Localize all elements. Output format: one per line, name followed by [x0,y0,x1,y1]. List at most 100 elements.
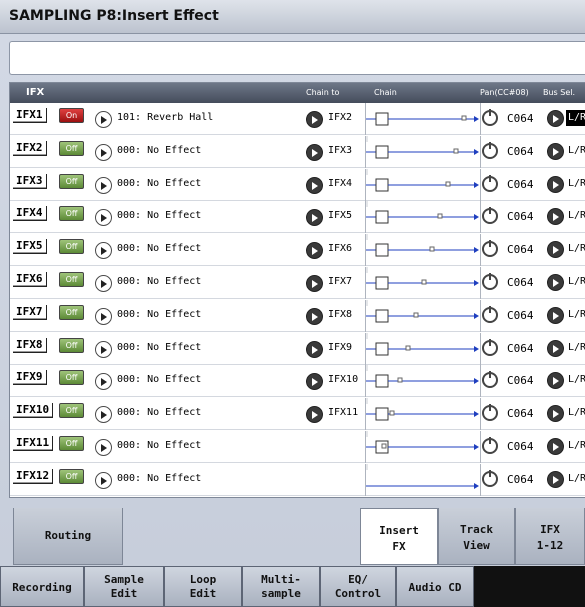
bus-select-value[interactable]: L/R [566,340,585,356]
chain-to-value: IFX8 [328,308,353,320]
ifx-on-off-switch[interactable]: Off [59,173,84,189]
tab-insert-fx[interactable]: Insert FX [360,508,438,565]
effect-select-button[interactable] [95,439,112,456]
pan-knob[interactable] [482,469,498,487]
chain-graphic [366,365,479,388]
bus-select-value[interactable]: L/R [566,241,585,257]
bus-select-value[interactable]: L/R [566,143,585,159]
pan-knob[interactable] [482,141,498,159]
pan-knob[interactable] [482,109,498,126]
chain-to-button[interactable] [306,373,323,391]
effect-select-button[interactable] [95,340,112,358]
ifx-on-off-switch[interactable]: On [59,108,84,123]
bus-select-button[interactable] [547,175,564,193]
ifx-on-off-switch[interactable]: Off [59,304,84,320]
bus-select-value[interactable]: L/R [566,405,585,421]
ifx-on-off-switch[interactable]: Off [59,140,84,156]
ifx-row: IFX11 Off 000: No Effect C064 L/R [10,431,585,463]
bus-select-value[interactable]: L/R [566,372,585,388]
effect-select-button[interactable] [95,406,112,424]
ifx-label: IFX5 [13,239,47,255]
bus-select-button[interactable] [547,405,564,423]
bus-select-value[interactable]: L/R [566,471,585,487]
bus-select-value[interactable]: L/R [566,274,585,290]
ifx-row: IFX2 Off 000: No Effect IFX3 C064 L/R [10,135,585,168]
bus-select-button[interactable] [547,306,564,324]
effect-select-button[interactable] [95,307,112,325]
ifx-on-off-switch[interactable]: Off [59,272,84,287]
ifx-on-off-switch[interactable]: Off [59,206,84,222]
page-tab-recording[interactable]: Recording [0,566,84,607]
effect-select-button[interactable] [95,373,112,391]
tab-routing[interactable]: Routing [13,508,123,565]
pan-knob[interactable] [482,371,498,389]
effect-select-button[interactable] [95,176,112,194]
bus-select-value[interactable]: L/R [566,307,585,323]
title-bar: SAMPLING P8:Insert Effect [0,0,585,34]
effect-block [375,374,389,388]
header-pan: Pan(CC#08) [480,88,529,97]
ifx-on-off-switch[interactable]: Off [59,337,84,353]
page-tab-loop-edit[interactable]: Loop Edit [164,566,242,607]
pan-value: C064 [507,210,534,224]
effect-select-button[interactable] [95,242,112,260]
page-tab-eq-control[interactable]: EQ/ Control [320,566,396,607]
chain-to-button[interactable] [306,406,323,424]
effect-select-button[interactable] [95,275,112,292]
chain-to-button[interactable] [306,143,323,161]
pan-knob[interactable] [482,207,498,225]
ifx-on-off-switch[interactable]: Off [59,403,84,419]
bus-select-value[interactable]: L/R [566,438,585,454]
bus-select-value[interactable]: L/R [566,176,585,192]
pan-knob[interactable] [482,305,498,323]
bus-select-button[interactable] [547,208,564,226]
chain-to-button[interactable] [306,242,323,260]
chain-to-button[interactable] [306,209,323,227]
ifx-on-off-switch[interactable]: Off [59,370,84,386]
chain-to-button[interactable] [306,307,323,325]
pan-knob[interactable] [482,338,498,356]
effect-select-button[interactable] [95,471,112,489]
tab-label: Track View [459,523,494,552]
page-tab-multi-sample[interactable]: Multi- sample [242,566,320,607]
bus-select-value[interactable]: L/R [566,110,585,126]
page-tab-audio-cd[interactable]: Audio CD [396,566,474,607]
chain-diagram [365,135,481,168]
chain-tap [453,148,459,154]
ifx-label: IFX10 [13,403,54,419]
chain-to-button[interactable] [306,275,323,292]
pan-knob[interactable] [482,174,498,192]
pan-knob[interactable] [482,437,498,454]
bus-select-button[interactable] [547,110,564,127]
chain-tap [413,312,419,318]
page-tab-sample-edit[interactable]: Sample Edit [84,566,164,607]
pan-knob[interactable] [482,404,498,422]
chain-graphic [366,299,479,323]
chain-to-button[interactable] [306,340,323,358]
chain-to-value: IFX7 [328,276,353,287]
tab-ifx-1-12[interactable]: IFX 1-12 [515,508,585,565]
column-header: IFX Chain to Chain Pan(CC#08) Bus Sel. [10,83,585,103]
effect-select-button[interactable] [95,143,112,161]
bus-select-button[interactable] [547,142,564,160]
chain-to-button[interactable] [306,111,323,128]
bus-select-button[interactable] [547,274,564,291]
bus-select-button[interactable] [547,470,564,488]
pan-knob[interactable] [482,273,498,290]
chain-to-button[interactable] [306,176,323,194]
bus-select-button[interactable] [547,372,564,390]
bus-select-button[interactable] [547,339,564,357]
effect-select-button[interactable] [95,111,112,128]
effect-select-button[interactable] [95,209,112,227]
ifx-on-off-switch[interactable]: Off [59,239,84,255]
chain-diagram [365,234,481,267]
effect-block [375,309,389,323]
ifx-on-off-switch[interactable]: Off [59,468,84,484]
ifx-label: IFX4 [13,206,47,222]
tab-track-view[interactable]: Track View [438,508,515,565]
bus-select-button[interactable] [547,241,564,259]
ifx-on-off-switch[interactable]: Off [59,436,84,451]
bus-select-value[interactable]: L/R [566,208,585,224]
bus-select-button[interactable] [547,438,564,455]
pan-knob[interactable] [482,240,498,258]
